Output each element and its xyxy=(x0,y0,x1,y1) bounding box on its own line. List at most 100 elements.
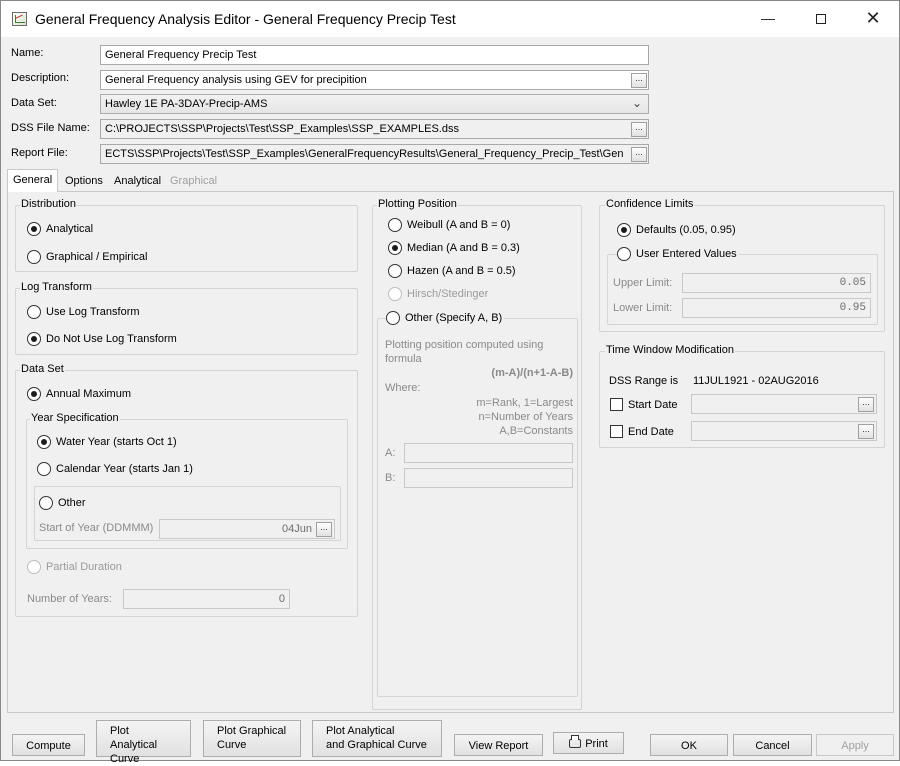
dataset-select[interactable]: Hawley 1E PA-3DAY-Precip-AMS ⌄ xyxy=(100,94,649,114)
radio-selected-icon xyxy=(27,387,41,401)
radio-icon xyxy=(386,311,400,325)
radio-selected-icon xyxy=(617,223,631,237)
minimize-button[interactable]: — xyxy=(745,1,791,35)
report-file-field[interactable]: ECTS\SSP\Projects\Test\SSP_Examples\Gene… xyxy=(100,144,649,164)
hazen-radio[interactable]: Hazen (A and B = 0.5) xyxy=(388,264,516,278)
compute-button[interactable]: Compute xyxy=(12,734,85,756)
radio-label: Median (A and B = 0.3) xyxy=(407,242,520,254)
close-button[interactable]: ✕ xyxy=(850,1,896,35)
radio-label: User Entered Values xyxy=(636,248,737,260)
plotting-formula-description: Plotting position computed using formula xyxy=(385,339,544,365)
dss-range-label: DSS Range is xyxy=(609,375,679,387)
data-set-title: Data Set xyxy=(20,363,65,375)
radio-label: Hirsch/Stedinger xyxy=(407,288,489,300)
distribution-title: Distribution xyxy=(20,198,78,210)
confidence-limits-title: Confidence Limits xyxy=(605,198,695,210)
radio-icon xyxy=(27,305,41,319)
end-date-field xyxy=(691,421,877,441)
user-entered-radio[interactable]: User Entered Values xyxy=(617,247,739,261)
dss-range-value: 11JUL1921 - 02AUG2016 xyxy=(693,375,819,387)
dss-file-field[interactable]: C:\PROJECTS\SSP\Projects\Test\SSP_Exampl… xyxy=(100,119,649,139)
view-report-button[interactable]: View Report xyxy=(454,734,543,756)
checkbox-icon xyxy=(610,398,623,411)
checkbox-icon xyxy=(610,425,623,438)
median-radio[interactable]: Median (A and B = 0.3) xyxy=(388,241,520,255)
annual-maximum-radio[interactable]: Annual Maximum xyxy=(27,387,131,401)
radio-icon xyxy=(388,264,402,278)
radio-label: Use Log Transform xyxy=(46,306,140,318)
plot-graphical-label-line2: Curve xyxy=(217,739,247,751)
where-label: Where: xyxy=(385,382,421,394)
confidence-defaults-radio[interactable]: Defaults (0.05, 0.95) xyxy=(617,223,736,237)
cancel-button[interactable]: Cancel xyxy=(733,734,812,756)
print-label: Print xyxy=(585,738,608,750)
window-title: General Frequency Analysis Editor - Gene… xyxy=(35,11,456,27)
radio-label: Water Year (starts Oct 1) xyxy=(56,436,177,448)
start-date-picker-button: ... xyxy=(858,397,874,412)
ok-button[interactable]: OK xyxy=(650,734,728,756)
end-date-checkbox[interactable]: End Date xyxy=(610,425,674,438)
time-window-title: Time Window Modification xyxy=(605,344,735,356)
print-button[interactable]: Print xyxy=(553,732,624,754)
radio-label: Hazen (A and B = 0.5) xyxy=(407,265,516,277)
distribution-analytical-radio[interactable]: Analytical xyxy=(27,222,93,236)
distribution-graphical-radio[interactable]: Graphical / Empirical xyxy=(27,250,147,264)
constants-definition: A,B=Constants xyxy=(499,425,573,437)
chevron-down-icon: ⌄ xyxy=(631,96,642,110)
plot-both-curves-button[interactable]: Plot Analytical and Graphical Curve xyxy=(312,720,442,757)
radio-selected-icon xyxy=(27,222,41,236)
weibull-radio[interactable]: Weibull (A and B = 0) xyxy=(388,218,510,232)
title-bar: General Frequency Analysis Editor - Gene… xyxy=(1,1,899,37)
plotting-position-title: Plotting Position xyxy=(377,198,458,210)
use-log-transform-radio[interactable]: Use Log Transform xyxy=(27,305,140,319)
start-date-checkbox[interactable]: Start Date xyxy=(610,398,678,411)
start-of-year-browse-button: ... xyxy=(316,522,332,537)
name-field[interactable]: General Frequency Precip Test xyxy=(100,45,649,65)
editor-window: General Frequency Analysis Editor - Gene… xyxy=(0,0,900,765)
other-year-radio[interactable]: Other xyxy=(39,496,86,510)
description-label: Description: xyxy=(11,72,70,84)
partial-duration-radio: Partial Duration xyxy=(27,560,122,574)
radio-label: Graphical / Empirical xyxy=(46,251,148,263)
b-label: B: xyxy=(385,472,396,484)
radio-label: Do Not Use Log Transform xyxy=(46,333,177,345)
radio-icon xyxy=(39,496,53,510)
dss-file-label: DSS File Name: xyxy=(11,122,90,134)
dss-file-browse-button[interactable]: ... xyxy=(631,122,647,137)
year-specification-title: Year Specification xyxy=(30,412,120,424)
checkbox-label: End Date xyxy=(628,425,674,438)
radio-selected-icon xyxy=(388,241,402,255)
water-year-radio[interactable]: Water Year (starts Oct 1) xyxy=(37,435,177,449)
description-browse-button[interactable]: ... xyxy=(631,73,647,88)
radio-label: Defaults (0.05, 0.95) xyxy=(636,224,736,236)
plot-analytical-curve-button[interactable]: Plot Analytical Curve xyxy=(96,720,191,765)
radio-icon xyxy=(617,247,631,261)
radio-icon xyxy=(37,462,51,476)
description-field[interactable]: General Frequency analysis using GEV for… xyxy=(100,70,649,90)
plot-graphical-label-line1: Plot Graphical xyxy=(217,725,287,737)
radio-selected-icon xyxy=(27,332,41,346)
maximize-icon xyxy=(816,14,826,25)
tab-general[interactable]: General xyxy=(7,169,59,192)
number-of-years-label: Number of Years: xyxy=(27,593,112,605)
rank-definition: m=Rank, 1=Largest xyxy=(476,397,573,409)
plot-both-label-line2: and Graphical Curve xyxy=(326,739,427,751)
no-log-transform-radio[interactable]: Do Not Use Log Transform xyxy=(27,332,177,346)
maximize-button[interactable] xyxy=(798,1,844,35)
radio-selected-icon xyxy=(37,435,51,449)
a-field xyxy=(404,443,573,463)
plot-graphical-curve-button[interactable]: Plot Graphical Curve xyxy=(203,720,301,757)
tab-options[interactable]: Options xyxy=(62,173,106,191)
log-transform-title: Log Transform xyxy=(20,281,93,293)
end-date-picker-button: ... xyxy=(858,424,874,439)
name-label: Name: xyxy=(11,47,44,59)
number-of-years-field: 0 xyxy=(123,589,290,609)
radio-label: Partial Duration xyxy=(46,561,122,573)
tab-analytical[interactable]: Analytical xyxy=(111,173,164,191)
other-plotting-radio[interactable]: Other (Specify A, B) xyxy=(386,311,505,325)
calendar-year-radio[interactable]: Calendar Year (starts Jan 1) xyxy=(37,462,193,476)
report-file-browse-button[interactable]: ... xyxy=(631,147,647,162)
plot-both-label-line1: Plot Analytical xyxy=(326,725,395,737)
radio-label: Other xyxy=(58,497,86,509)
report-file-label: Report File: xyxy=(11,147,68,159)
